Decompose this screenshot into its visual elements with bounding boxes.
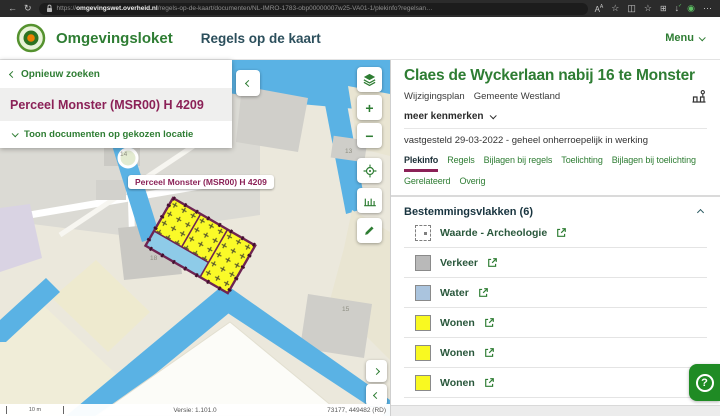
plan-status: vastgesteld 29-03-2022 - geheel onherroe…: [404, 128, 707, 146]
address-bar[interactable]: https://omgevingswet.overheid.nl/regels-…: [39, 3, 588, 15]
site-header: Omgevingsloket Regels op de kaart Menu: [0, 17, 720, 60]
external-link-icon: [487, 257, 498, 268]
question-mark-icon: ?: [696, 374, 714, 392]
tab-overig[interactable]: Overig: [459, 176, 485, 190]
house-number: 18: [150, 255, 157, 262]
tab-toelichting[interactable]: Toelichting: [561, 155, 602, 172]
measure-button[interactable]: [357, 188, 382, 213]
split-screen-icon[interactable]: [627, 0, 636, 17]
doc-type-label: Wijzigingsplan: [404, 91, 465, 102]
next-location-button[interactable]: [366, 360, 387, 382]
tab-regels[interactable]: Regels: [447, 155, 474, 172]
tab-bar-row1: Plekinfo Regels Bijlagen bij regels Toel…: [404, 155, 707, 172]
legend-swatch-wonen: [415, 375, 431, 391]
refresh-icon[interactable]: [24, 0, 32, 17]
external-link-icon: [484, 377, 495, 388]
chevron-down-icon: [489, 112, 496, 119]
list-item[interactable]: Wonen: [404, 308, 707, 338]
tab-plekinfo[interactable]: Plekinfo: [404, 155, 438, 172]
house-number: 15: [342, 306, 349, 313]
legend-swatch-verkeer: [415, 255, 431, 271]
browser-toolbar: https://omgevingswet.overheid.nl/regels-…: [0, 0, 720, 17]
plan-info-panel: Claes de Wyckerlaan nabij 16 te Monster …: [390, 60, 720, 416]
chevron-down-icon: [699, 34, 706, 41]
draw-button[interactable]: [357, 218, 382, 243]
locate-icon: [363, 164, 377, 178]
chevron-down-icon: [12, 130, 19, 137]
legend-swatch-wonen: [415, 315, 431, 331]
tab-gerelateerd[interactable]: Gerelateerd: [404, 176, 450, 190]
search-again-link[interactable]: Opnieuw zoeken: [0, 60, 232, 88]
chevron-up-icon: [697, 208, 704, 215]
external-link-icon: [484, 317, 495, 328]
tab-divider: [391, 195, 720, 197]
previous-location-button[interactable]: [366, 384, 387, 406]
house-number: 13: [345, 148, 352, 155]
chevron-left-icon: [9, 70, 16, 77]
browser-essentials-icon[interactable]: [687, 0, 695, 17]
tab-bijlagen-bij-regels[interactable]: Bijlagen bij regels: [484, 155, 553, 172]
show-documents-toggle[interactable]: Toon documenten op gekozen locatie: [0, 121, 232, 148]
external-link-icon: [484, 347, 495, 358]
browser-actions: [595, 0, 712, 18]
url-text: https://omgevingswet.overheid.nl/regels-…: [57, 5, 433, 12]
page-title: Regels op de kaart: [201, 31, 321, 46]
pencil-icon: [363, 224, 376, 237]
more-menu-icon[interactable]: [703, 0, 712, 17]
list-item[interactable]: Wonen: [404, 368, 707, 398]
legend-swatch-wonen: [415, 345, 431, 361]
downloads-icon[interactable]: [675, 0, 680, 17]
legend-swatch-water: [415, 285, 431, 301]
page-footer-strip: [391, 405, 720, 416]
favorites-bar-icon[interactable]: [644, 0, 652, 17]
coordinates-readout: 73177, 449482 (RD): [327, 407, 386, 414]
omgevingsloket-app: https://omgevingswet.overheid.nl/regels-…: [0, 0, 720, 416]
omgevingsloket-logo: [16, 23, 46, 53]
plan-title: Claes de Wyckerlaan nabij 16 te Monster: [404, 67, 707, 85]
legend-swatch-archeologie: [415, 225, 431, 241]
brand-title[interactable]: Omgevingsloket: [56, 30, 173, 47]
chevron-left-icon: [373, 391, 380, 398]
collections-icon[interactable]: [660, 0, 667, 17]
menu-button[interactable]: Menu: [665, 32, 704, 44]
external-link-icon: [556, 227, 567, 238]
chevron-left-icon: [244, 79, 251, 86]
ruler-icon: [363, 194, 377, 208]
list-item[interactable]: Waarde - Archeologie: [404, 218, 707, 248]
chevron-right-icon: [373, 367, 380, 374]
authority-label: Gemeente Westland: [474, 91, 560, 102]
plan-meta: Wijzigingsplan Gemeente Westland: [404, 89, 707, 104]
zoom-in-button[interactable]: +: [357, 95, 382, 120]
tab-bar-row2: Gerelateerd Overig: [404, 176, 707, 190]
list-item[interactable]: Water: [404, 278, 707, 308]
lock-icon: [46, 4, 53, 13]
help-button[interactable]: ?: [689, 364, 720, 401]
parcel-title: Perceel Monster (MSR00) H 4209: [0, 88, 232, 121]
tab-bijlagen-bij-toelichting[interactable]: Bijlagen bij toelichting: [612, 155, 696, 172]
collapse-panel-button[interactable]: [236, 70, 260, 96]
list-item[interactable]: Wonen: [404, 338, 707, 368]
layers-button[interactable]: [357, 67, 382, 92]
list-item[interactable]: Verkeer: [404, 248, 707, 278]
locate-button[interactable]: [357, 158, 382, 183]
back-icon[interactable]: [8, 0, 17, 17]
location-panel: Opnieuw zoeken Perceel Monster (MSR00) H…: [0, 60, 232, 148]
read-aloud-icon[interactable]: [595, 0, 604, 18]
favorite-star-icon[interactable]: [611, 0, 619, 17]
house-number: 14: [120, 151, 127, 158]
municipality-icon: [692, 89, 707, 104]
parcel-map-label: Perceel Monster (MSR00) H 4209: [128, 175, 274, 189]
more-characteristics-link[interactable]: meer kenmerken: [404, 111, 707, 122]
zoom-out-button[interactable]: −: [357, 123, 382, 148]
layers-icon: [362, 72, 377, 87]
map-statusbar: 10 m Versie: 1.101.0 73177, 449482 (RD): [0, 404, 390, 416]
section-bestemmingsvlakken[interactable]: Bestemmingsvlakken (6): [404, 206, 707, 218]
external-link-icon: [478, 287, 489, 298]
